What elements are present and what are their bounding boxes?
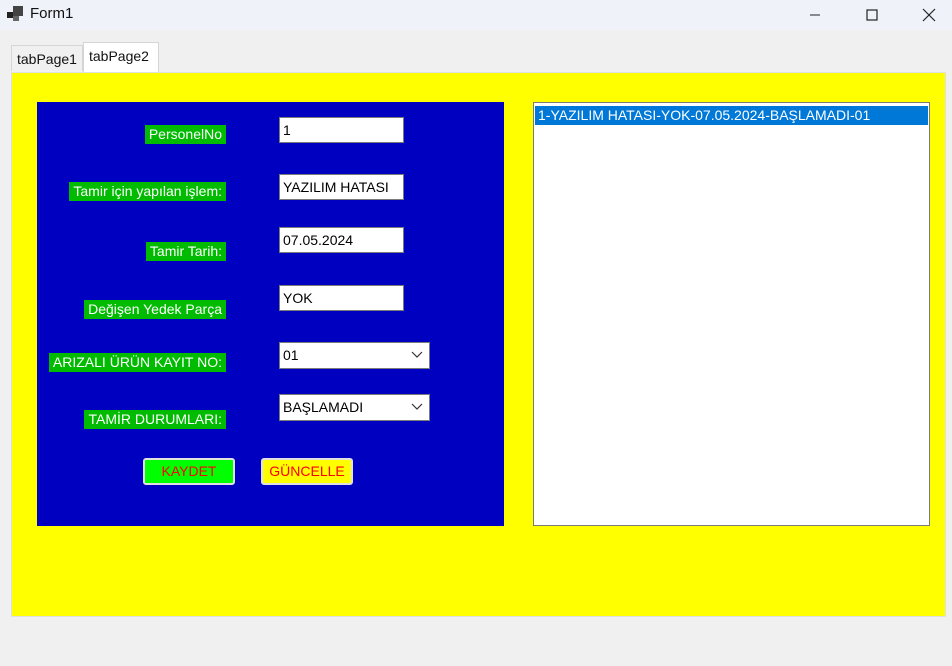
arizali-urun-label: ARIZALI ÜRÜN KAYIT NO: [48, 353, 226, 372]
personel-no-label: PersonelNo [144, 125, 226, 144]
tamir-durum-label: TAMİR DURUMLARI: [84, 410, 226, 429]
tab-tabpage1[interactable]: tabPage1 [11, 45, 83, 71]
close-icon [922, 8, 936, 22]
arizali-urun-select[interactable]: 01 [279, 342, 430, 369]
list-item[interactable]: 1-YAZILIM HATASI-YOK-07.05.2024-BAŞLAMAD… [535, 106, 928, 125]
yedek-parca-label: Değişen Yedek Parça [84, 300, 226, 319]
minimize-button[interactable] [792, 0, 838, 30]
yedek-parca-field[interactable]: YOK [279, 285, 404, 311]
window-title: Form1 [30, 5, 74, 22]
chevron-down-icon [411, 351, 423, 358]
personel-no-field[interactable]: 1 [279, 117, 404, 143]
tamir-islem-field[interactable]: YAZILIM HATASI [279, 174, 404, 200]
guncelle-button[interactable]: GÜNCELLE [261, 458, 353, 485]
kaydet-button[interactable]: KAYDET [143, 458, 235, 485]
tamir-islem-label: Tamir için yapılan işlem: [69, 182, 226, 201]
arizali-urun-value: 01 [283, 347, 299, 363]
title-bar: Form1 [0, 0, 952, 30]
maximize-button[interactable] [849, 0, 895, 30]
maximize-icon [866, 9, 878, 21]
app-icon [7, 6, 23, 22]
minimize-icon [810, 14, 820, 16]
chevron-down-icon [411, 403, 423, 410]
records-listbox[interactable]: 1-YAZILIM HATASI-YOK-07.05.2024-BAŞLAMAD… [533, 102, 930, 526]
tamir-durum-select[interactable]: BAŞLAMADI [279, 394, 430, 421]
tamir-durum-value: BAŞLAMADI [283, 399, 364, 415]
tab-strip: tabPage1 tabPage2 [0, 30, 952, 74]
tamir-tarih-field[interactable]: 07.05.2024 [279, 227, 404, 253]
tab-tabpage2[interactable]: tabPage2 [83, 42, 159, 72]
form-panel: PersonelNo Tamir için yapılan işlem: Tam… [37, 102, 504, 526]
close-button[interactable] [906, 0, 952, 30]
tamir-tarih-label: Tamir Tarih: [145, 242, 226, 261]
